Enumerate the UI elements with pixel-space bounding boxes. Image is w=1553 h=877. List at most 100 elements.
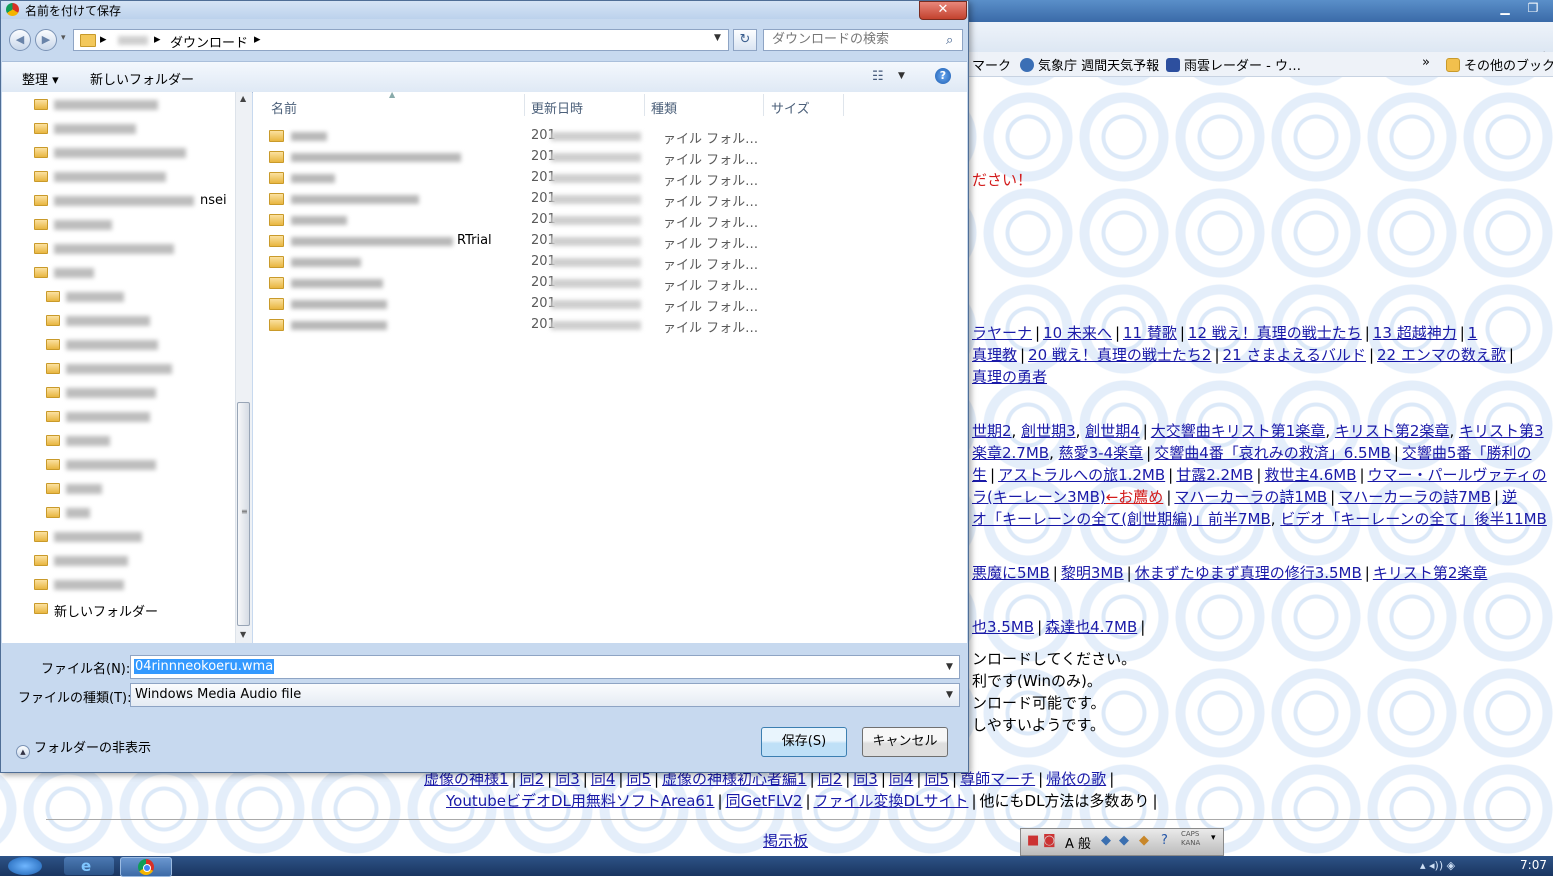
- tree-scrollbar[interactable]: ▲ ≡ ▼: [235, 92, 252, 643]
- close-button[interactable]: ✕: [919, 1, 967, 20]
- grip-icon: ≡: [241, 507, 248, 516]
- other-bookmarks[interactable]: その他のブック: [1446, 55, 1553, 74]
- folder-icon: [34, 195, 48, 206]
- bookmark-radar[interactable]: 雨雲レーダー - ウ…: [1166, 55, 1301, 74]
- folder-icon: [269, 277, 284, 289]
- scroll-down-arrow-icon[interactable]: ▼: [240, 630, 246, 639]
- scrollbar-thumb[interactable]: ≡: [237, 402, 250, 626]
- ime-pad-icon[interactable]: ◙: [1043, 833, 1056, 848]
- file-row[interactable]: RTrial 201 ァイル フォル…: [269, 231, 789, 252]
- help-icon[interactable]: ?: [935, 68, 951, 84]
- filetype-select[interactable]: Windows Media Audio file ▼: [130, 683, 960, 707]
- forward-button[interactable]: ▶: [35, 29, 57, 51]
- input-mode[interactable]: A 般: [1065, 833, 1091, 852]
- back-button[interactable]: ◀: [9, 29, 31, 51]
- bookmarks-overflow[interactable]: »: [1422, 55, 1430, 70]
- options-icon[interactable]: ◆: [1139, 833, 1149, 848]
- bookmark-item[interactable]: マーク: [972, 55, 1011, 74]
- redacted-name: [291, 321, 387, 330]
- file-row[interactable]: 201 ァイル フォル…: [269, 315, 789, 336]
- lecture-links-line: 悪魔に5MB | 黎明3MB | 休まずたゆまず真理の修行3.5MB | キリスト第2楽章: [972, 564, 1488, 582]
- column-header-name[interactable]: 名前: [271, 98, 297, 117]
- folder-icon: [46, 363, 60, 374]
- filetype-dropdown-icon[interactable]: ▼: [946, 690, 953, 700]
- bookmark-weather[interactable]: 気象庁 週間天気予報: [1020, 55, 1159, 74]
- column-header-size[interactable]: サイズ: [771, 98, 810, 117]
- dictionary-icon[interactable]: ◆: [1101, 833, 1111, 848]
- view-options-icon[interactable]: ☷: [872, 69, 884, 84]
- search-placeholder: ダウンロードの検索: [772, 32, 890, 47]
- dialog-title-bar[interactable]: 名前を付けて保存 ✕: [1, 1, 968, 20]
- maximize-button[interactable]: ❐: [1520, 0, 1546, 18]
- file-row[interactable]: 201 ァイル フォル…: [269, 168, 789, 189]
- file-type: ァイル フォル…: [663, 300, 759, 315]
- column-divider[interactable]: [644, 94, 645, 116]
- redacted-label: [54, 124, 136, 134]
- breadcrumb-separator[interactable]: ▸: [254, 32, 261, 47]
- filename-input[interactable]: 04rinnneokoeru.wma ▼: [130, 655, 960, 679]
- minimize-button[interactable]: ▁: [1492, 0, 1518, 18]
- breadcrumb-current[interactable]: ダウンロード: [170, 32, 248, 51]
- file-row[interactable]: 201 ァイル フォル…: [269, 294, 789, 315]
- breadcrumb-separator[interactable]: ▸: [100, 32, 107, 47]
- file-row[interactable]: 201 ァイル フォル…: [269, 126, 789, 147]
- column-header-date[interactable]: 更新日時: [531, 98, 583, 117]
- address-dropdown-icon[interactable]: ▼: [714, 33, 721, 43]
- redacted-label: [66, 436, 110, 446]
- search-icon[interactable]: ⌕: [946, 31, 953, 51]
- column-header-type[interactable]: 種類: [651, 98, 677, 117]
- clock[interactable]: 7:07: [1520, 858, 1547, 872]
- file-row[interactable]: 201 ァイル フォル…: [269, 147, 789, 168]
- board-link: 掲示板: [763, 832, 809, 850]
- ime-icon[interactable]: ■: [1027, 833, 1039, 848]
- column-divider[interactable]: [524, 94, 525, 116]
- taskbar-chrome-button[interactable]: [120, 857, 172, 877]
- langbar-options-icon[interactable]: ▾: [1211, 833, 1216, 843]
- note-line: ンロード可能です。: [972, 694, 1106, 712]
- film-links-line: 也3.5MB | 森達也4.7MB |: [972, 618, 1146, 636]
- hide-folders-toggle[interactable]: ▲ フォルダーの非表示: [16, 737, 151, 759]
- view-dropdown-icon[interactable]: ▼: [898, 71, 905, 81]
- filename-value: 04rinnneokoeru.wma: [134, 659, 275, 674]
- video-links-line: オ「キーレーンの全て(創世期編)」前半7MB, ビデオ「キーレーンの全て」後半1…: [972, 510, 1547, 528]
- folder-icon: [269, 172, 284, 184]
- folder-icon: [34, 99, 48, 110]
- save-button[interactable]: 保存(S): [761, 727, 847, 757]
- redacted-name: [291, 237, 453, 246]
- new-folder-button[interactable]: 新しいフォルダー: [90, 69, 194, 88]
- filename-dropdown-icon[interactable]: ▼: [946, 662, 953, 672]
- breadcrumb-separator[interactable]: ▸: [154, 32, 161, 47]
- taskbar-ie-button[interactable]: e: [64, 857, 114, 875]
- search-input[interactable]: ダウンロードの検索 ⌕: [763, 29, 963, 51]
- recent-pages-dropdown[interactable]: ▾: [61, 33, 66, 43]
- organize-button[interactable]: 整理 ▾: [22, 69, 59, 88]
- redacted-label: [54, 268, 94, 278]
- file-row[interactable]: 201 ァイル フォル…: [269, 189, 789, 210]
- start-button[interactable]: [8, 857, 42, 875]
- scroll-up-arrow-icon[interactable]: ▲: [240, 94, 246, 103]
- file-type: ァイル フォル…: [663, 195, 759, 210]
- folder-icon: [269, 214, 284, 226]
- file-row[interactable]: 201 ァイル フォル…: [269, 252, 789, 273]
- folder-icon: [34, 531, 48, 542]
- note-line: しやすいようです。: [972, 716, 1106, 734]
- column-divider[interactable]: [843, 94, 844, 116]
- column-divider[interactable]: [763, 94, 764, 116]
- refresh-button[interactable]: ↻: [733, 29, 757, 51]
- address-bar[interactable]: ▸ ▸ ダウンロード ▸ ▼: [73, 29, 729, 51]
- folder-icon: [46, 291, 60, 302]
- tools-icon[interactable]: ◆: [1119, 833, 1129, 848]
- folder-icon: [46, 339, 60, 350]
- system-tray-icons[interactable]: ▴ ◂)) ◈: [1420, 859, 1455, 872]
- cancel-button[interactable]: キャンセル: [862, 727, 948, 757]
- folder-icon: [1446, 58, 1460, 72]
- file-row[interactable]: 201 ァイル フォル…: [269, 273, 789, 294]
- file-row[interactable]: 201 ァイル フォル…: [269, 210, 789, 231]
- file-type: ァイル フォル…: [663, 279, 759, 294]
- help-icon[interactable]: ?: [1161, 833, 1168, 848]
- save-as-dialog: 名前を付けて保存 ✕ ◀ ▶ ▾ ▸ ▸ ダウンロード ▸ ▼ ↻ ダウンロード…: [0, 0, 969, 773]
- folder-icon: [34, 555, 48, 566]
- redacted-label: [66, 316, 150, 326]
- breadcrumb-user-redacted[interactable]: [118, 36, 148, 45]
- ie-icon: e: [81, 857, 92, 875]
